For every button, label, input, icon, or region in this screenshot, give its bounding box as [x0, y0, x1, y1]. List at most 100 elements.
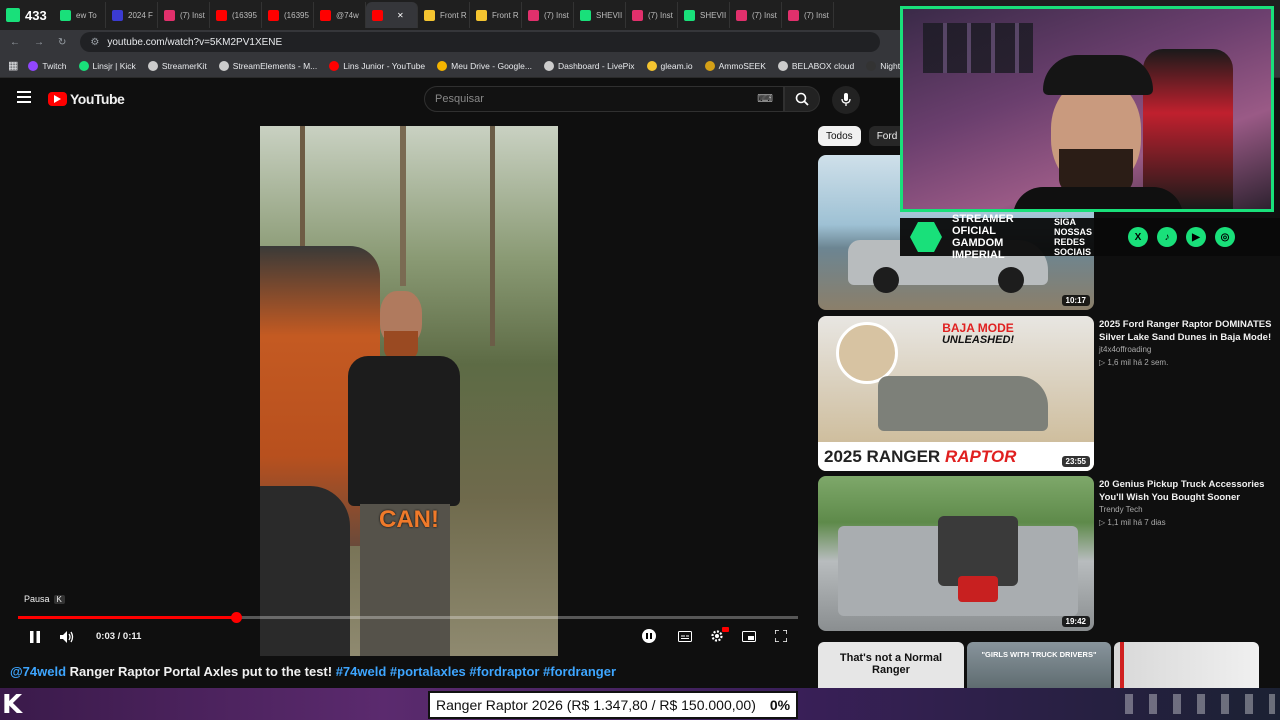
autoplay-icon	[646, 633, 652, 639]
site-info-icon[interactable]: ⚙	[90, 37, 99, 48]
truck-shape	[878, 376, 1048, 431]
short-thumbnail[interactable]	[1114, 642, 1259, 688]
browser-tab[interactable]: (7) Inst	[158, 2, 210, 28]
tab-favicon-icon	[164, 9, 175, 21]
bookmark-item[interactable]: Twitch	[28, 60, 67, 71]
browser-tab[interactable]: (16395	[210, 2, 262, 28]
tab-favicon-icon	[684, 9, 695, 21]
short-thumbnail[interactable]: That's not a Normal Ranger	[818, 642, 964, 688]
bookmark-item[interactable]: Lins Junior - YouTube	[329, 60, 425, 71]
recommendation-item[interactable]: 19:42 20 Genius Pickup Truck Accessories…	[818, 476, 1280, 632]
channel-link[interactable]: @74weld	[10, 664, 66, 679]
accessory-strap	[958, 576, 998, 602]
youtube-header: YouTube Pesquisar ⌨	[0, 78, 900, 120]
hashtags[interactable]: #74weld #portalaxles #fordraptor #fordra…	[336, 664, 616, 679]
browser-tab[interactable]: (7) Inst	[626, 2, 678, 28]
subtitles-button[interactable]	[676, 628, 694, 644]
voice-search-button[interactable]	[832, 86, 860, 114]
pause-tooltip: Pausa K	[24, 594, 65, 604]
tab-favicon-icon	[268, 9, 279, 21]
tire	[998, 267, 1024, 293]
bookmark-favicon-icon	[147, 60, 158, 71]
browser-tab[interactable]: ✕	[366, 2, 418, 28]
video-player[interactable]: CAN! Pausa K 0:03 / 0:11	[0, 120, 812, 660]
sponsor-banner: STREAMER OFICIAL GAMDOM IMPERIAL SIGA NO…	[900, 213, 1280, 261]
red-stripe	[1120, 642, 1124, 688]
search-input[interactable]: Pesquisar ⌨	[424, 86, 784, 112]
recommendation-channel[interactable]: Trendy Tech	[1099, 505, 1143, 514]
browser-tab[interactable]: (7) Inst	[730, 2, 782, 28]
bookmark-item[interactable]: Linsjr | Kick	[78, 60, 136, 71]
browser-tab[interactable]: (7) Inst	[522, 2, 574, 28]
browser-tab[interactable]: (7) Inst	[782, 2, 834, 28]
progress-scrubber[interactable]	[231, 612, 243, 623]
youtube-icon[interactable]: ▶	[1186, 227, 1206, 247]
close-tab-icon[interactable]: ✕	[397, 11, 404, 20]
back-icon[interactable]: ←	[10, 37, 20, 48]
tab-favicon-icon	[632, 9, 643, 21]
tree-trunk	[490, 126, 495, 346]
video-title: @74weld Ranger Raptor Portal Axles put t…	[10, 664, 617, 679]
reload-icon[interactable]: ↻	[58, 37, 66, 48]
volume-button[interactable]	[58, 628, 76, 646]
recommendation-thumbnail[interactable]: BAJA MODE UNLEASHED! 2025 RANGER RAPTOR …	[818, 316, 1094, 471]
time-display: 0:03 / 0:11	[96, 631, 142, 642]
bookmark-item[interactable]: Dashboard - LivePix	[543, 60, 635, 71]
bookmark-favicon-icon	[78, 60, 89, 71]
short-thumbnail[interactable]: "GIRLS WITH TRUCK DRIVERS"	[967, 642, 1111, 688]
tab-favicon-icon	[580, 9, 591, 21]
tab-favicon-icon	[372, 9, 383, 21]
bookmark-item[interactable]: AmmoSEEK	[704, 60, 766, 71]
fullscreen-button[interactable]	[772, 628, 790, 644]
url-input[interactable]: ⚙ youtube.com/watch?v=5KM2PV1XENE	[80, 32, 881, 52]
menu-icon[interactable]	[17, 91, 31, 103]
browser-tab[interactable]: SHEVII	[574, 2, 626, 28]
recommendation-thumbnail[interactable]: 19:42	[818, 476, 1094, 631]
bookmark-item[interactable]: StreamerKit	[147, 60, 207, 71]
x-icon[interactable]: X	[1128, 227, 1148, 247]
bookmark-item[interactable]: BELABOX cloud	[777, 60, 854, 71]
keyboard-icon[interactable]: ⌨	[757, 92, 773, 105]
browser-tab[interactable]: (16395	[262, 2, 314, 28]
bookmark-item[interactable]: Meu Drive - Google...	[437, 60, 532, 71]
search-button[interactable]	[784, 86, 820, 112]
settings-button[interactable]	[708, 627, 729, 645]
forward-icon[interactable]: →	[34, 37, 44, 48]
browser-tab[interactable]: @74w	[314, 2, 366, 28]
browser-tab[interactable]: SHEVII	[678, 2, 730, 28]
pause-icon	[30, 631, 40, 643]
browser-tab[interactable]: 2024 F	[106, 2, 158, 28]
browser-tab[interactable]: ew To	[54, 2, 106, 28]
tab-favicon-icon	[112, 9, 123, 21]
tiktok-icon[interactable]: ♪	[1157, 227, 1177, 247]
instagram-icon[interactable]: ◎	[1215, 227, 1235, 247]
browser-tab[interactable]: Front R	[418, 2, 470, 28]
miniplayer-button[interactable]	[740, 628, 758, 644]
chip-all[interactable]: Todos	[818, 126, 861, 146]
recommendation-channel[interactable]: jt4x4offroading	[1099, 345, 1151, 354]
apps-grid-icon[interactable]: ▦	[8, 59, 18, 72]
person-shirt	[348, 356, 460, 506]
recommendation-title[interactable]: 20 Genius Pickup Truck Accessories You'l…	[1099, 478, 1274, 504]
gaming-chair	[1143, 49, 1233, 209]
hd-badge	[722, 627, 729, 632]
recommendation-title[interactable]: 2025 Ford Ranger Raptor DOMINATES Silver…	[1099, 318, 1274, 344]
recommendation-meta: ▷ 1,1 mil há 7 dias	[1099, 518, 1166, 527]
tire	[873, 267, 899, 293]
browser-tab[interactable]: Front R	[470, 2, 522, 28]
thumb-footer: 2025 RANGER RAPTOR	[818, 442, 1094, 471]
bookmark-item[interactable]: StreamElements - M...	[218, 60, 317, 71]
bookmark-favicon-icon	[646, 60, 657, 71]
taskbar-tray	[1125, 694, 1275, 714]
bookmark-item[interactable]: gleam.io	[646, 60, 693, 71]
autoplay-toggle[interactable]	[642, 629, 656, 643]
donation-goal: Ranger Raptor 2026 (R$ 1.347,80 / R$ 150…	[428, 691, 799, 719]
video-frame[interactable]: CAN!	[260, 126, 558, 656]
bookmark-favicon-icon	[28, 60, 39, 71]
duration-badge: 10:17	[1061, 295, 1090, 306]
progress-bar[interactable]	[18, 612, 798, 623]
tab-favicon-icon	[424, 9, 435, 21]
pause-button[interactable]	[26, 628, 44, 646]
youtube-logo[interactable]: YouTube	[48, 91, 125, 107]
recommendation-item[interactable]: BAJA MODE UNLEASHED! 2025 RANGER RAPTOR …	[818, 316, 1280, 472]
